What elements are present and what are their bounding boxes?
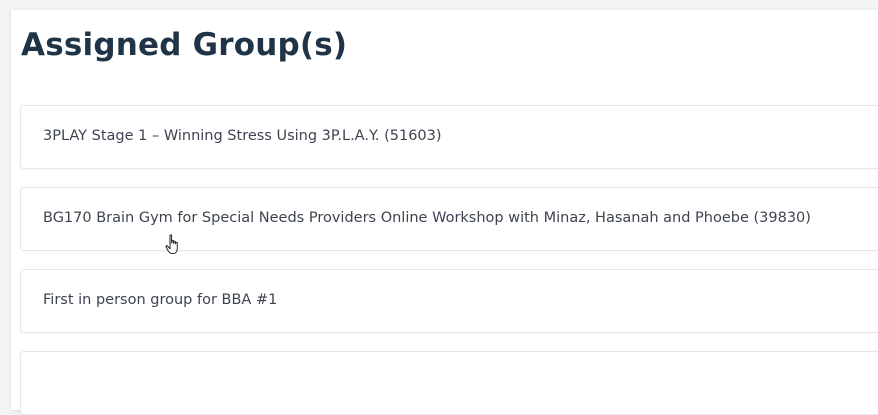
group-item-label: First in person group for BBA #1 <box>43 292 278 308</box>
page-title: Assigned Group(s) <box>21 27 348 63</box>
group-item-partial[interactable] <box>20 351 878 415</box>
group-item-label: BG170 Brain Gym for Special Needs Provid… <box>43 210 811 226</box>
group-item-bba[interactable]: First in person group for BBA #1 <box>20 269 878 333</box>
group-item-bg170[interactable]: BG170 Brain Gym for Special Needs Provid… <box>20 187 878 251</box>
group-item-label: 3PLAY Stage 1 – Winning Stress Using 3P.… <box>43 128 442 144</box>
group-item-3play[interactable]: 3PLAY Stage 1 – Winning Stress Using 3P.… <box>20 105 878 169</box>
